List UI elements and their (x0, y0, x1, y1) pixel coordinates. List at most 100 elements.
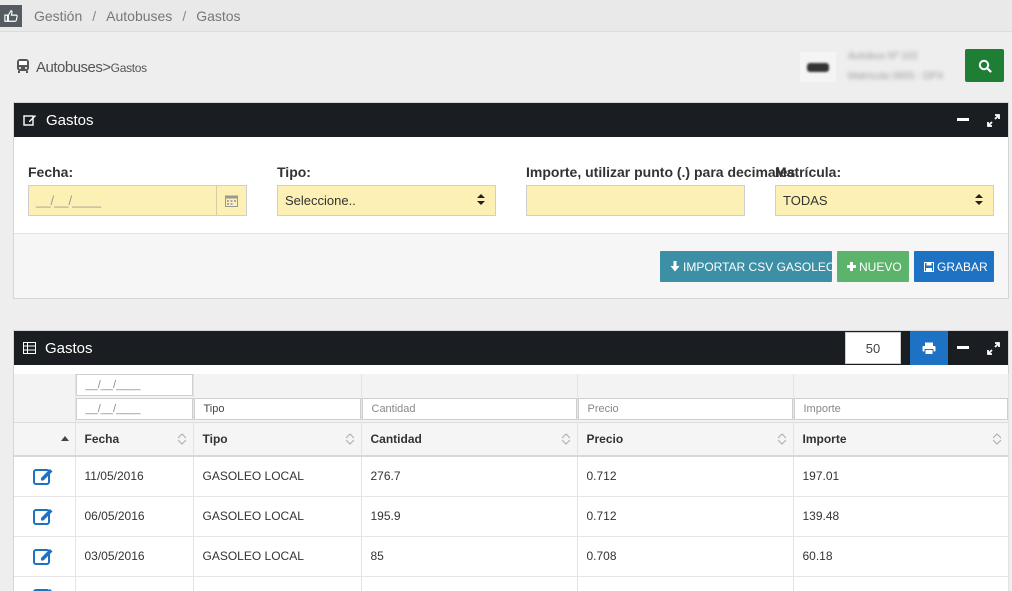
header-row: Fecha Tipo Cantidad Precio Importe (14, 421, 1009, 457)
cell-fecha: 03/05/2016 (75, 535, 194, 576)
sort-caret-icon (975, 193, 983, 209)
cell-tipo: GASOLEO LOCAL (193, 535, 362, 576)
fecha-to-filter[interactable]: __/__/____ (75, 398, 193, 420)
hand-point-icon[interactable] (0, 4, 22, 27)
minus-icon[interactable] (948, 331, 978, 365)
breadcrumb-gastos: Gastos (196, 7, 241, 24)
edit-icon[interactable] (23, 586, 66, 591)
breadcrumb-gestion[interactable]: Gestión (34, 8, 82, 24)
cell-precio: 0.708 (577, 535, 794, 576)
fecha-field-group: Fecha: __/__/____ (28, 164, 247, 216)
panel-title: Gastos (46, 111, 94, 129)
table-row: 11/05/2016 GASOLEO LOCAL 276.7 0.712 197… (14, 455, 1009, 496)
column-header-cantidad[interactable]: Cantidad (361, 421, 578, 457)
edit-icon (23, 113, 37, 127)
cell-precio: 0.712 (577, 495, 794, 536)
vehicle-thumbnail (800, 52, 836, 82)
fecha-from-filter[interactable]: __/__/____ (75, 374, 193, 396)
gastos-table-panel: Gastos 50 __/__/____ __/__/____ Tipo Can… (13, 330, 1009, 591)
page-title: Autobuses > Gastos (16, 58, 147, 77)
sort-caret-icon (477, 193, 485, 209)
cell-cantidad: 120.4 (361, 575, 578, 591)
cell-importe: 85.24 (793, 575, 1009, 591)
sort-icon (992, 432, 1001, 448)
gastos-form-panel: Gastos Fecha: __/__/____ Tipo: Seleccion… (13, 102, 1009, 299)
cell-fecha: 29/04/2016 (75, 575, 194, 591)
edit-icon[interactable] (23, 506, 66, 526)
cell-precio: 0.712 (577, 455, 794, 496)
importe-label: Importe, utilizar punto (.) para decimal… (526, 164, 796, 180)
importar-csv-button[interactable]: IMPORTAR CSV GASOLEO (660, 251, 835, 282)
importe-input[interactable] (526, 185, 745, 216)
cantidad-filter[interactable]: Cantidad (361, 398, 577, 420)
matricula-field-group: Matrícula: TODAS (775, 164, 994, 216)
panel-header: Gastos (14, 103, 1008, 137)
column-header-precio[interactable]: Precio (577, 421, 794, 457)
gastos-table: __/__/____ __/__/____ Tipo Cantidad Prec… (14, 374, 1009, 591)
column-header-importe[interactable]: Importe (793, 421, 1009, 457)
page-title-sub: Gastos (110, 60, 148, 75)
nuevo-button[interactable]: NUEVO (837, 251, 909, 282)
cell-tipo: GASOLEO LOCAL (193, 495, 362, 536)
minus-icon[interactable] (948, 103, 978, 137)
cell-fecha: 06/05/2016 (75, 495, 194, 536)
sort-icon (561, 432, 570, 448)
cell-importe: 60.18 (793, 535, 1009, 576)
edit-icon[interactable] (23, 546, 66, 566)
tipo-filter[interactable]: Tipo (193, 398, 361, 420)
save-icon (924, 261, 934, 272)
expand-icon[interactable] (978, 103, 1008, 137)
column-header-tipo[interactable]: Tipo (193, 421, 362, 457)
cell-tipo: GASOLEO LOCAL (193, 575, 362, 591)
importe-field-group: Importe, utilizar punto (.) para decimal… (526, 164, 796, 216)
vehicle-plate: Matrícula 0855 - DPX (848, 71, 944, 82)
column-header-fecha[interactable]: Fecha (75, 421, 194, 457)
tipo-select[interactable]: Seleccione.. (277, 185, 496, 216)
breadcrumb-autobuses[interactable]: Autobuses (106, 8, 172, 24)
arrow-down-icon (670, 261, 680, 272)
form-body: Fecha: __/__/____ Tipo: Seleccione.. Imp… (14, 137, 1008, 234)
precio-filter[interactable]: Precio (577, 398, 793, 420)
fecha-input[interactable]: __/__/____ (28, 185, 247, 216)
cell-cantidad: 85 (361, 535, 578, 576)
filter-row: __/__/____ Tipo Cantidad Precio Importe (14, 398, 1009, 422)
form-actions: IMPORTAR CSV GASOLEO NUEVO GRABAR (14, 234, 1008, 298)
cell-cantidad: 276.7 (361, 455, 578, 496)
calendar-icon[interactable] (216, 186, 246, 215)
cell-tipo: GASOLEO LOCAL (193, 455, 362, 496)
print-icon (922, 342, 936, 355)
page-title-separator: > (102, 59, 111, 76)
cell-importe: 139.48 (793, 495, 1009, 536)
grabar-button[interactable]: GRABAR (914, 251, 994, 282)
search-button[interactable] (965, 49, 1004, 82)
table-row: 06/05/2016 GASOLEO LOCAL 195.9 0.712 139… (14, 495, 1009, 536)
filter-row: __/__/____ (14, 374, 1009, 398)
top-breadcrumb-bar: Gestión / Autobuses / Gastos (0, 0, 1012, 32)
fecha-label: Fecha: (28, 164, 74, 180)
table-icon (23, 342, 36, 354)
tipo-field-group: Tipo: Seleccione.. (277, 164, 496, 216)
page-size-input[interactable]: 50 (845, 332, 901, 364)
matricula-select[interactable]: TODAS (775, 185, 994, 216)
vehicle-name: Autobus Nº 102 (848, 51, 918, 62)
cell-fecha: 11/05/2016 (75, 455, 194, 496)
matricula-label: Matrícula: (775, 164, 842, 180)
bus-icon (16, 58, 30, 77)
breadcrumb-separator: / (182, 7, 187, 24)
tipo-label: Tipo: (277, 164, 311, 180)
vehicle-summary: Autobus Nº 102 Matrícula 0855 - DPX (800, 48, 958, 86)
edit-icon[interactable] (23, 466, 66, 486)
search-icon (978, 59, 992, 73)
sort-icon (345, 432, 354, 448)
breadcrumb-separator: / (92, 7, 97, 24)
panel-header: Gastos 50 (14, 331, 1008, 365)
sort-up-icon[interactable] (14, 421, 76, 457)
cell-precio: 0.708 (577, 575, 794, 591)
print-button[interactable] (910, 331, 948, 365)
sort-icon (777, 432, 786, 448)
expand-icon[interactable] (978, 331, 1008, 365)
cell-importe: 197.01 (793, 455, 1009, 496)
page-title-main: Autobuses (36, 59, 103, 76)
plus-icon (847, 262, 856, 271)
importe-filter[interactable]: Importe (793, 398, 1008, 420)
